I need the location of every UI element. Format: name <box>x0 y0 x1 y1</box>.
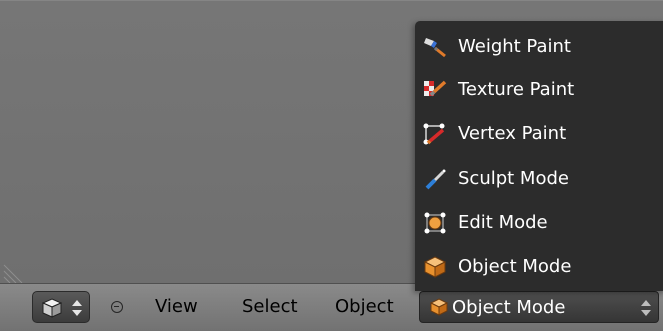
menu-item-object-mode[interactable]: Object Mode <box>415 247 663 287</box>
interaction-mode-select[interactable]: Object Mode <box>419 291 659 323</box>
object-mode-icon <box>430 298 448 316</box>
vertex-paint-icon <box>423 123 445 145</box>
up-down-arrows-icon <box>72 300 82 316</box>
menu-item-label: Edit Mode <box>458 212 548 233</box>
mode-select-value: Object Mode <box>452 297 566 318</box>
menu-item-label: Texture Paint <box>458 79 575 100</box>
view-menu[interactable]: View <box>155 296 198 318</box>
editor-type-button[interactable] <box>32 291 90 323</box>
texture-paint-icon <box>424 80 447 97</box>
menu-item-label: Object Mode <box>458 256 572 277</box>
sculpt-mode-icon <box>425 169 446 190</box>
menu-item-weight-paint[interactable]: Weight Paint <box>415 27 663 67</box>
menu-item-label: Vertex Paint <box>458 123 567 144</box>
weight-paint-icon <box>424 38 446 58</box>
select-menu[interactable]: Select <box>242 296 298 318</box>
object-menu[interactable]: Object <box>335 296 394 318</box>
menu-item-edit-mode[interactable]: Edit Mode <box>415 203 663 243</box>
3d-view-cube-icon <box>41 298 63 318</box>
menu-item-label: Weight Paint <box>458 36 571 57</box>
menu-item-label: Sculpt Mode <box>458 168 569 189</box>
menu-item-sculpt-mode[interactable]: Sculpt Mode <box>415 159 663 199</box>
area-split-corner-icon[interactable] <box>2 259 30 283</box>
collapse-menus-icon[interactable] <box>111 301 123 313</box>
menu-item-vertex-paint[interactable]: Vertex Paint <box>415 114 663 154</box>
menu-item-texture-paint[interactable]: Texture Paint <box>415 70 663 110</box>
mode-dropdown-menu: Weight Paint Texture Paint Vertex Paint <box>415 21 663 291</box>
up-down-arrows-icon <box>641 300 651 316</box>
object-mode-icon <box>423 256 447 278</box>
edit-mode-icon <box>424 212 446 234</box>
